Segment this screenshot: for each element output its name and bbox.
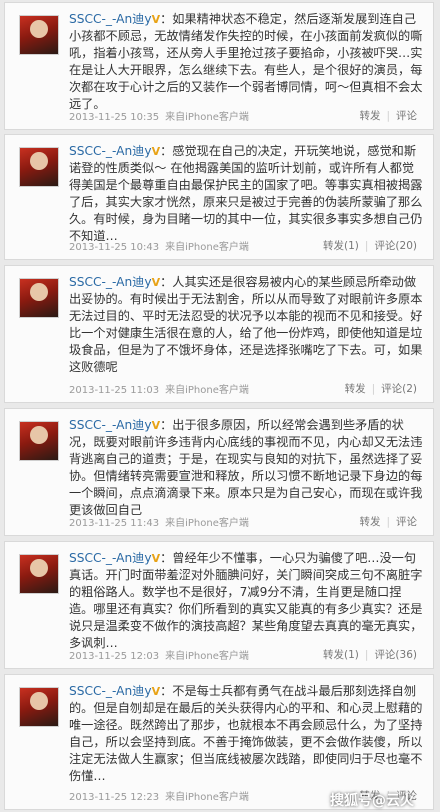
post-content: SSCC-_-An迪yV：如果精神状态不稳定，然后逐渐发展到连自己小孩都不顾忌，… [69,11,423,123]
post-timestamp[interactable]: 2013-11-25 12:23 [69,792,159,803]
post-meta: 2013-11-25 12:03 来自iPhone客户端 [69,647,249,662]
post-timestamp[interactable]: 2013-11-25 11:03 [69,385,159,396]
username-link[interactable]: SSCC-_-An迪y [69,418,152,432]
post-source: 来自iPhone客户端 [165,792,249,803]
post-card: SSCC-_-An迪yV：人其实还是很容易被内心的某些顾忌所牵动做出妥协的。有时… [4,265,434,403]
comment-button[interactable]: 评论(20) [368,240,423,252]
avatar[interactable] [19,147,59,187]
avatar[interactable] [19,687,59,727]
post-timestamp[interactable]: 2013-11-25 10:43 [69,242,159,253]
avatar[interactable] [19,554,59,594]
post-source: 来自iPhone客户端 [165,242,249,253]
comment-button[interactable]: 评论 [390,516,423,528]
post-actions: 转发(1) | 评论(20) [317,238,423,253]
repost-button[interactable]: 转发(1) [317,649,365,661]
post-meta: 2013-11-25 10:43 来自iPhone客户端 [69,238,249,253]
verified-badge-icon: V [151,145,161,158]
post-body: ：感觉现在自己的决定，开玩笑地说，感觉和斯诺登的性质类似～ 在他揭露美国的监听计… [69,144,423,243]
post-meta: 2013-11-25 10:35 来自iPhone客户端 [69,108,249,123]
post-text-block: SSCC-_-An迪yV：出于很多原因，所以经常会遇到些矛盾的状况，既要对眼前许… [69,417,423,519]
comment-button[interactable]: 评论(36) [368,649,423,661]
avatar[interactable] [19,278,59,318]
post-text-block: SSCC-_-An迪yV：曾经年少不懂事，一心只为骗傻了吧…没一句真话。开门时面… [69,550,423,652]
post-timestamp[interactable]: 2013-11-25 12:03 [69,651,159,662]
avatar[interactable] [19,421,59,461]
post-content: SSCC-_-An迪yV：曾经年少不懂事，一心只为骗傻了吧…没一句真话。开门时面… [69,550,423,662]
verified-badge-icon: V [151,276,161,289]
post-source: 来自iPhone客户端 [165,651,249,662]
post-source: 来自iPhone客户端 [165,112,249,123]
weibo-feed: SSCC-_-An迪yV：如果精神状态不稳定，然后逐渐发展到连自己小孩都不顾忌，… [0,0,440,812]
post-card: SSCC-_-An迪yV：曾经年少不懂事，一心只为骗傻了吧…没一句真话。开门时面… [4,541,434,669]
verified-badge-icon: V [151,419,161,432]
post-actions: 转发 | 评论 [353,514,423,529]
post-source: 来自iPhone客户端 [165,385,249,396]
post-text-block: SSCC-_-An迪yV：感觉现在自己的决定，开玩笑地说，感觉和斯诺登的性质类似… [69,143,423,245]
post-actions: 转发 | 评论 [353,108,423,123]
verified-badge-icon: V [151,685,161,698]
post-card: SSCC-_-An迪yV：出于很多原因，所以经常会遇到些矛盾的状况，既要对眼前许… [4,408,434,536]
post-content: SSCC-_-An迪yV：不是每士兵都有勇气在战斗最后那刻选择自刎的。但是自刎却… [69,683,423,803]
post-meta: 2013-11-25 11:03 来自iPhone客户端 [69,381,249,396]
post-text-block: SSCC-_-An迪yV：如果精神状态不稳定，然后逐渐发展到连自己小孩都不顾忌，… [69,11,423,113]
post-text-block: SSCC-_-An迪yV：不是每士兵都有勇气在战斗最后那刻选择自刎的。但是自刎却… [69,683,423,785]
post-actions: 转发(1) | 评论(36) [317,647,423,662]
post-meta: 2013-11-25 12:23 来自iPhone客户端 [69,788,249,803]
post-text-block: SSCC-_-An迪yV：人其实还是很容易被内心的某些顾忌所牵动做出妥协的。有时… [69,274,423,376]
username-link[interactable]: SSCC-_-An迪y [69,12,152,26]
post-meta: 2013-11-25 11:43 来自iPhone客户端 [69,514,249,529]
username-link[interactable]: SSCC-_-An迪y [69,551,152,565]
post-content: SSCC-_-An迪yV：感觉现在自己的决定，开玩笑地说，感觉和斯诺登的性质类似… [69,143,423,253]
post-card: SSCC-_-An迪yV：如果精神状态不稳定，然后逐渐发展到连自己小孩都不顾忌，… [4,2,434,130]
post-source: 来自iPhone客户端 [165,518,249,529]
post-timestamp[interactable]: 2013-11-25 11:43 [69,518,159,529]
repost-button[interactable]: 转发 [339,383,372,395]
avatar[interactable] [19,15,59,55]
post-body: ：曾经年少不懂事，一心只为骗傻了吧…没一句真话。开门时面带羞涩对外腼腆问好，关门… [69,551,423,650]
repost-button[interactable]: 转发(1) [317,240,365,252]
comment-button[interactable]: 评论 [390,110,423,122]
comment-button[interactable]: 评论(2) [375,383,423,395]
repost-button[interactable]: 转发 [353,110,386,122]
post-body: ：出于很多原因，所以经常会遇到些矛盾的状况，既要对眼前许多违背内心底线的事视而不… [69,418,423,517]
username-link[interactable]: SSCC-_-An迪y [69,275,152,289]
post-body: ：如果精神状态不稳定，然后逐渐发展到连自己小孩都不顾忌，无故情绪发作失控的时候，… [69,12,423,111]
verified-badge-icon: V [151,552,161,565]
post-card: SSCC-_-An迪yV：感觉现在自己的决定，开玩笑地说，感觉和斯诺登的性质类似… [4,134,434,260]
post-actions: 转发 | 评论(2) [339,381,423,396]
post-timestamp[interactable]: 2013-11-25 10:35 [69,112,159,123]
watermark: 搜狐号@云火 [330,793,414,809]
verified-badge-icon: V [151,13,161,26]
post-body: ：人其实还是很容易被内心的某些顾忌所牵动做出妥协的。有时候出于无法割舍，所以从而… [69,275,423,374]
post-content: SSCC-_-An迪yV：出于很多原因，所以经常会遇到些矛盾的状况，既要对眼前许… [69,417,423,529]
username-link[interactable]: SSCC-_-An迪y [69,684,152,698]
post-content: SSCC-_-An迪yV：人其实还是很容易被内心的某些顾忌所牵动做出妥协的。有时… [69,274,423,396]
username-link[interactable]: SSCC-_-An迪y [69,144,152,158]
repost-button[interactable]: 转发 [353,516,386,528]
post-body: ：不是每士兵都有勇气在战斗最后那刻选择自刎的。但是自刎却是在最后的关头获得内心的… [69,684,423,783]
